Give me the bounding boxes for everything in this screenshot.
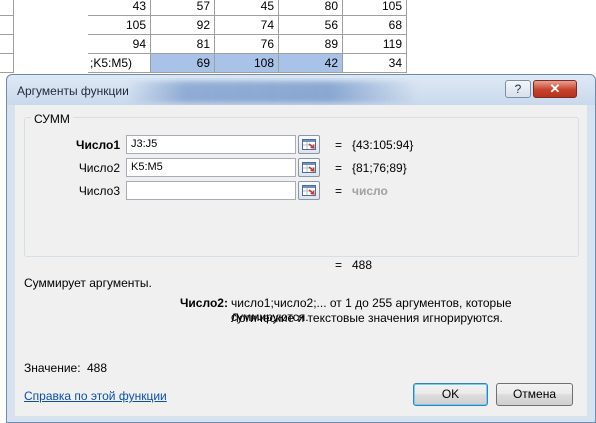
arg2-result: {81;76;89} xyxy=(352,161,407,175)
cell[interactable]: 68 xyxy=(343,16,407,35)
total-result: 488 xyxy=(352,258,373,272)
cell[interactable]: 42 xyxy=(279,54,343,73)
value-label: Значение: xyxy=(24,361,81,375)
cell[interactable]: 119 xyxy=(343,35,407,54)
arg1-result: {43:105:94} xyxy=(352,138,414,152)
cell[interactable]: 57 xyxy=(151,0,215,16)
dialog-titlebar[interactable]: Аргументы функции ? ✕ xyxy=(7,75,595,105)
arg3-result: число xyxy=(352,184,388,198)
arg3-collapse-button[interactable] xyxy=(298,181,320,200)
sheet-row: ;K5:M5) 69 108 42 34 xyxy=(0,54,596,73)
range-select-icon xyxy=(302,162,316,173)
formula-cell[interactable]: ;K5:M5) xyxy=(88,54,151,73)
arg3-label: Число3 xyxy=(78,184,120,198)
function-description: Суммирует аргументы. xyxy=(24,276,152,290)
function-name: СУММ xyxy=(31,112,73,126)
total-equals: = xyxy=(335,258,343,272)
cell[interactable]: 108 xyxy=(215,54,279,73)
cell[interactable]: 34 xyxy=(343,54,407,73)
row-header[interactable] xyxy=(0,35,14,54)
help-link[interactable]: Справка по этой функции xyxy=(24,389,167,403)
sheet-row: 105 92 74 56 68 xyxy=(0,16,596,35)
cell[interactable]: 105 xyxy=(88,16,151,35)
cell[interactable]: 69 xyxy=(151,54,215,73)
arg2-input[interactable]: K5:M5 xyxy=(126,158,296,177)
cell[interactable]: 92 xyxy=(151,16,215,35)
spreadsheet-grid: 43 57 45 80 105 105 92 74 56 68 94 81 76… xyxy=(0,0,596,80)
cell[interactable]: 80 xyxy=(279,0,343,16)
cell[interactable]: 45 xyxy=(215,0,279,16)
help-button[interactable]: ? xyxy=(505,80,531,98)
row-header[interactable] xyxy=(0,54,14,73)
arg1-input[interactable]: J3:J5 xyxy=(126,135,296,154)
arg2-collapse-button[interactable] xyxy=(298,158,320,177)
arg2-label: Число2 xyxy=(78,161,120,175)
cell[interactable]: 105 xyxy=(343,0,407,16)
sheet-row: 94 81 76 89 119 xyxy=(0,35,596,54)
cell[interactable]: 76 xyxy=(215,35,279,54)
function-arguments-dialog: Аргументы функции ? ✕ СУММ Число1 J3:J5 … xyxy=(6,74,596,423)
cell[interactable]: 81 xyxy=(151,35,215,54)
row-header[interactable] xyxy=(0,0,14,16)
arg2-equals: = xyxy=(335,161,343,175)
cell[interactable]: 56 xyxy=(279,16,343,35)
sheet-row: 43 57 45 80 105 xyxy=(0,0,596,16)
dialog-title: Аргументы функции xyxy=(17,84,129,98)
selection-highlight xyxy=(127,81,417,103)
value-result: 488 xyxy=(87,361,108,375)
cell[interactable]: 89 xyxy=(279,35,343,54)
range-select-icon xyxy=(302,139,316,150)
arg3-equals: = xyxy=(335,184,343,198)
arg3-input[interactable] xyxy=(126,181,296,200)
range-select-icon xyxy=(302,185,316,196)
arg1-equals: = xyxy=(335,138,343,152)
cell[interactable]: 74 xyxy=(215,16,279,35)
arg-help-line2: Логические и текстовые значения игнориру… xyxy=(231,311,503,325)
arg1-collapse-button[interactable] xyxy=(298,135,320,154)
close-button[interactable]: ✕ xyxy=(533,80,577,98)
dialog-body: СУММ Число1 J3:J5 = {43:105:94} Число2 K… xyxy=(15,105,587,416)
arg1-label: Число1 xyxy=(76,138,120,152)
ok-button[interactable]: OK xyxy=(413,383,488,406)
cancel-button[interactable]: Отмена xyxy=(496,383,573,406)
cell[interactable]: 43 xyxy=(88,0,151,16)
cell[interactable]: 94 xyxy=(88,35,151,54)
row-header[interactable] xyxy=(0,16,14,35)
arg-help-name: Число2: xyxy=(180,296,228,310)
